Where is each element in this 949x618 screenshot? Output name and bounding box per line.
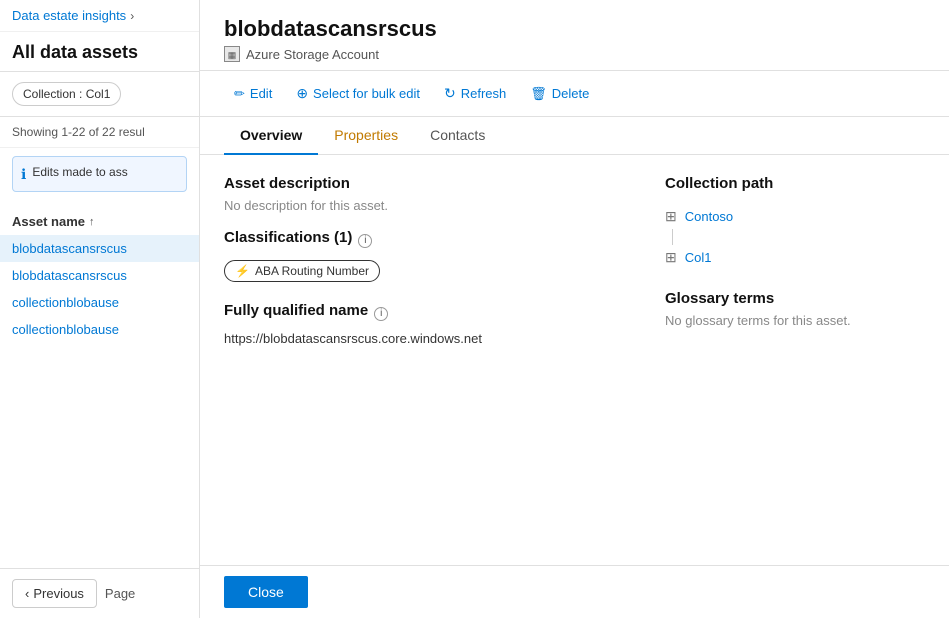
page-label: Page [105, 586, 135, 601]
pencil-icon: ✏ [234, 86, 245, 102]
plus-circle-icon: ⊕ [296, 85, 308, 102]
collection-filter-section: Collection : Col1 [0, 72, 199, 117]
page-title: All data assets [0, 32, 199, 72]
asset-header: blobdatascansrscus ▦ Azure Storage Accou… [200, 0, 949, 71]
asset-type-row: ▦ Azure Storage Account [224, 46, 925, 62]
list-item[interactable]: collectionblobause [0, 289, 199, 316]
collection-path-title: Collection path [665, 175, 925, 192]
glossary-empty: No glossary terms for this asset. [665, 313, 925, 328]
fqn-title: Fully qualified name [224, 302, 368, 319]
classifications-header: Classifications (1) i [224, 229, 625, 252]
list-item[interactable]: blobdatascansrscus [0, 262, 199, 289]
content-left: Asset description No description for thi… [224, 175, 625, 545]
classifications-info-icon[interactable]: i [358, 234, 372, 248]
refresh-icon: ↻ [444, 85, 456, 102]
asset-title: blobdatascansrscus [224, 16, 925, 42]
edit-button[interactable]: ✏ Edit [224, 80, 282, 108]
classification-badge-container: ⚡ ABA Routing Number [224, 260, 625, 282]
breadcrumb-link[interactable]: Data estate insights [12, 8, 126, 23]
fqn-info-icon[interactable]: i [374, 307, 388, 321]
collection-node-icon-2: ⊞ [665, 249, 677, 266]
asset-name-column-label: Asset name [12, 214, 85, 229]
tab-overview[interactable]: Overview [224, 117, 318, 155]
sort-icon: ↑ [89, 216, 95, 228]
collection-node-label-2: Col1 [685, 250, 712, 265]
info-banner-text: Edits made to ass [32, 165, 127, 179]
storage-icon: ▦ [224, 46, 240, 62]
collection-tree-item-col1[interactable]: ⊞ Col1 [665, 245, 925, 270]
chevron-left-icon: ‹ [25, 586, 29, 601]
classifications-title: Classifications (1) [224, 229, 352, 246]
info-banner: ℹ Edits made to ass [12, 156, 187, 192]
fqn-header: Fully qualified name i [224, 302, 625, 325]
breadcrumb: Data estate insights › [0, 0, 199, 32]
right-panel: blobdatascansrscus ▦ Azure Storage Accou… [200, 0, 949, 618]
bulk-edit-label: Select for bulk edit [313, 86, 420, 101]
fqn-value: https://blobdatascansrscus.core.windows.… [224, 331, 625, 346]
collection-tree-item-contoso[interactable]: ⊞ Contoso [665, 204, 925, 229]
left-panel: Data estate insights › All data assets C… [0, 0, 200, 618]
classification-label: ABA Routing Number [255, 264, 369, 278]
list-item[interactable]: collectionblobause [0, 316, 199, 343]
pagination: ‹ Previous Page [0, 568, 199, 618]
toolbar: ✏ Edit ⊕ Select for bulk edit ↻ Refresh … [200, 71, 949, 117]
results-count: Showing 1-22 of 22 resul [0, 117, 199, 148]
list-item[interactable]: blobdatascansrscus [0, 235, 199, 262]
edit-label: Edit [250, 86, 272, 101]
asset-list-header: Asset name ↑ [0, 208, 199, 235]
content-right: Collection path ⊞ Contoso ⊞ Col1 [665, 175, 925, 545]
asset-description-section: Asset description No description for thi… [224, 175, 625, 213]
delete-button[interactable]: 🗑 Delete [520, 80, 599, 108]
bulk-edit-button[interactable]: ⊕ Select for bulk edit [286, 79, 430, 108]
collection-path-section: Collection path ⊞ Contoso ⊞ Col1 [665, 175, 925, 270]
collection-node-label: Contoso [685, 209, 733, 224]
previous-label: Previous [33, 586, 84, 601]
tab-contacts[interactable]: Contacts [414, 117, 501, 155]
refresh-label: Refresh [461, 86, 507, 101]
collection-node-icon: ⊞ [665, 208, 677, 225]
content-area: Asset description No description for thi… [200, 155, 949, 565]
classifications-section: Classifications (1) i ⚡ ABA Routing Numb… [224, 229, 625, 282]
glossary-section: Glossary terms No glossary terms for thi… [665, 290, 925, 328]
asset-description-title: Asset description [224, 175, 625, 192]
collection-tree: ⊞ Contoso ⊞ Col1 [665, 204, 925, 270]
trash-icon: 🗑 [530, 86, 547, 102]
info-icon: ℹ [21, 166, 26, 183]
classification-badge: ⚡ ABA Routing Number [224, 260, 380, 282]
collection-badge[interactable]: Collection : Col1 [12, 82, 121, 106]
breadcrumb-separator: › [130, 9, 134, 23]
glossary-title: Glossary terms [665, 290, 925, 307]
tree-connector [672, 229, 673, 245]
refresh-button[interactable]: ↻ Refresh [434, 79, 516, 108]
lightning-icon: ⚡ [235, 264, 250, 278]
tab-properties[interactable]: Properties [318, 117, 414, 155]
bottom-bar: Close [200, 565, 949, 618]
delete-label: Delete [552, 86, 590, 101]
previous-button[interactable]: ‹ Previous [12, 579, 97, 608]
asset-description-empty: No description for this asset. [224, 198, 625, 213]
asset-list: Asset name ↑ blobdatascansrscus blobdata… [0, 200, 199, 568]
asset-type-label: Azure Storage Account [246, 47, 379, 62]
tabs: Overview Properties Contacts [200, 117, 949, 155]
close-button[interactable]: Close [224, 576, 308, 608]
fqn-section: Fully qualified name i https://blobdatas… [224, 302, 625, 346]
